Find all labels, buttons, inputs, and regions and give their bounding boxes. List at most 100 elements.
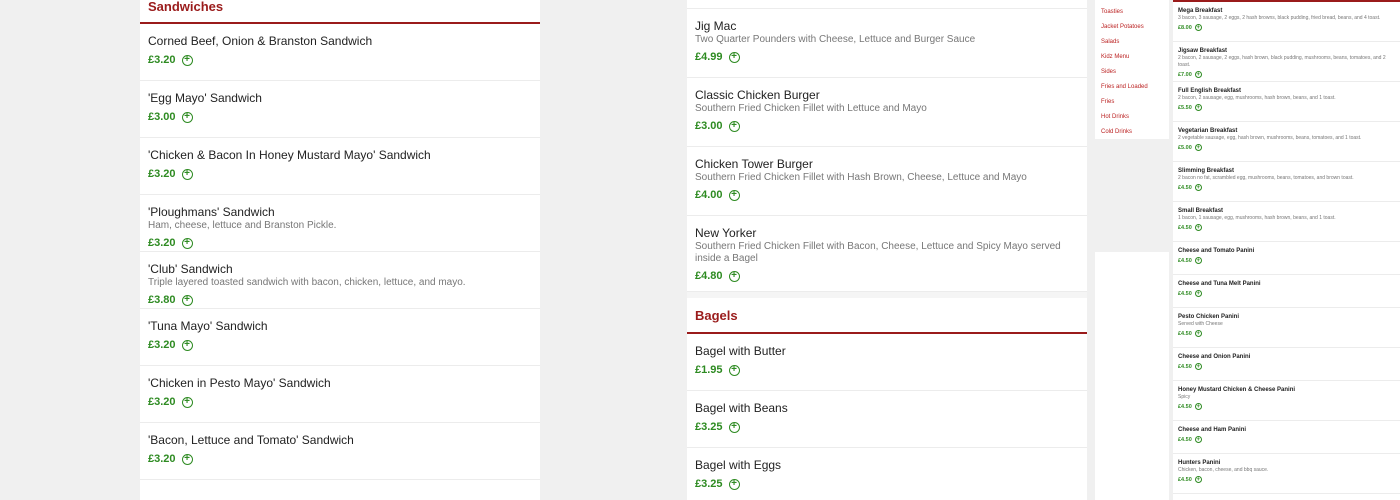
add-to-cart-icon[interactable]: + <box>1194 257 1202 264</box>
item-price: £4.50 <box>1178 436 1192 443</box>
menu-item[interactable]: 'Club' Sandwich Triple layered toasted sa… <box>140 252 540 309</box>
menu-item[interactable]: 'Bacon, Lettuce and Tomato' Sandwich £3.2… <box>140 423 540 480</box>
category-link[interactable]: Toasties <box>1095 5 1169 20</box>
menu-item[interactable]: 'Egg Mayo' Sandwich £3.00 + <box>140 81 540 138</box>
add-to-cart-icon[interactable]: + <box>1194 436 1202 443</box>
nav-lower-bg <box>1095 252 1169 500</box>
item-price: £3.80 <box>148 294 176 306</box>
breakfast-panini-list: Mega Breakfast 3 bacon, 3 sausage, 2 eggs… <box>1173 2 1400 494</box>
add-to-cart-icon[interactable]: + <box>728 364 740 376</box>
menu-item[interactable]: Small Breakfast 1 bacon, 1 sausage, egg, … <box>1173 202 1400 242</box>
add-to-cart-icon[interactable]: + <box>181 168 193 180</box>
price-row: £3.25 + <box>695 421 1079 433</box>
add-to-cart-icon[interactable]: + <box>181 453 193 465</box>
menu-item[interactable]: Chicken Tower Burger Southern Fried Chick… <box>687 147 1087 216</box>
item-description: Southern Fried Chicken Fillet with Lettu… <box>695 103 927 114</box>
category-link[interactable]: Salads <box>1095 35 1169 50</box>
item-description: Spicy <box>1178 394 1191 400</box>
item-name: Cheese and Ham Panini <box>1178 427 1247 433</box>
item-price: £5.00 <box>1178 144 1192 151</box>
add-to-cart-icon[interactable]: + <box>1194 71 1202 78</box>
category-link[interactable]: Cold Drinks <box>1095 125 1169 139</box>
menu-item[interactable]: Cheese and Onion Panini £4.50 + <box>1173 348 1400 381</box>
add-to-cart-icon[interactable]: + <box>728 421 740 433</box>
menu-item[interactable]: Jigsaw Breakfast 2 bacon, 2 sausage, 2 eg… <box>1173 42 1400 82</box>
price-row: £3.20 + <box>148 453 532 465</box>
item-price: £4.50 <box>1178 224 1192 231</box>
add-to-cart-icon[interactable]: + <box>728 120 740 132</box>
item-name: Cheese and Tomato Panini <box>1178 248 1255 254</box>
add-to-cart-icon[interactable]: + <box>1194 403 1202 410</box>
price-row: £3.20 + <box>148 168 532 180</box>
category-link[interactable]: Fries and Loaded <box>1095 80 1169 95</box>
menu-item[interactable]: Vegetarian Breakfast 2 vegetable sausage,… <box>1173 122 1400 162</box>
menu-item[interactable]: Bagel with Eggs £3.25 + <box>687 448 1087 500</box>
menu-item[interactable]: Classic Chicken Burger Southern Fried Chi… <box>687 78 1087 147</box>
menu-item[interactable]: Mega Breakfast 3 bacon, 3 sausage, 2 eggs… <box>1173 2 1400 42</box>
item-price: £4.50 <box>1178 290 1192 297</box>
menu-item[interactable]: 'Chicken & Bacon In Honey Mustard Mayo' … <box>140 138 540 195</box>
add-to-cart-icon[interactable]: + <box>1194 104 1202 111</box>
item-description: Chicken, bacon, cheese, and bbq sauce. <box>1178 467 1269 473</box>
menu-item[interactable]: Bagel with Butter £1.95 + <box>687 334 1087 391</box>
add-to-cart-icon[interactable]: + <box>728 51 740 63</box>
item-name: Vegetarian Breakfast <box>1178 128 1238 134</box>
category-link[interactable]: Jacket Potatoes <box>1095 20 1169 35</box>
menu-item[interactable]: New Yorker Southern Fried Chicken Fillet … <box>687 216 1087 292</box>
menu-item[interactable]: Full English Breakfast 2 bacon, 2 sausage… <box>1173 82 1400 122</box>
sandwiches-panel: Sandwiches Corned Beef, Onion & Branston… <box>140 0 540 500</box>
add-to-cart-icon[interactable]: + <box>181 54 193 66</box>
add-to-cart-icon[interactable]: + <box>1194 476 1202 483</box>
add-to-cart-icon[interactable]: + <box>728 189 740 201</box>
add-to-cart-icon[interactable]: + <box>728 478 740 490</box>
add-to-cart-icon[interactable]: + <box>181 237 193 249</box>
menu-item[interactable]: Honey Mustard Chicken & Cheese Panini Spi… <box>1173 381 1400 421</box>
item-description: Triple layered toasted sandwich with bac… <box>148 277 466 288</box>
add-to-cart-icon[interactable]: + <box>1194 363 1202 370</box>
menu-item[interactable]: Hunters Panini Chicken, bacon, cheese, an… <box>1173 454 1400 494</box>
add-to-cart-icon[interactable]: + <box>181 396 193 408</box>
category-link[interactable]: Hot Drinks <box>1095 110 1169 125</box>
item-name: 'Club' Sandwich <box>148 262 233 276</box>
add-to-cart-icon[interactable]: + <box>1194 224 1202 231</box>
menu-item[interactable]: Cheese and Tomato Panini £4.50 + <box>1173 242 1400 275</box>
menu-item[interactable]: Pesto Chicken Panini Served with Cheese £4… <box>1173 308 1400 348</box>
add-to-cart-icon[interactable]: + <box>1194 290 1202 297</box>
menu-item[interactable]: Cheese and Tuna Melt Panini £4.50 + <box>1173 275 1400 308</box>
item-price: £3.20 <box>148 339 176 351</box>
menu-item[interactable]: 'Ploughmans' Sandwich Ham, cheese, lettuc… <box>140 195 540 252</box>
menu-item[interactable]: Cheese and Ham Panini £4.50 + <box>1173 421 1400 454</box>
item-name: Mega Breakfast <box>1178 8 1223 14</box>
menu-item[interactable]: 'Tuna Mayo' Sandwich £3.20 + <box>140 309 540 366</box>
item-price: £1.95 <box>695 364 723 376</box>
add-to-cart-icon[interactable]: + <box>181 111 193 123</box>
item-price: £3.25 <box>695 478 723 490</box>
item-price: £4.50 <box>1178 257 1192 264</box>
add-to-cart-icon[interactable]: + <box>1194 184 1202 191</box>
add-to-cart-icon[interactable]: + <box>181 294 193 306</box>
category-link[interactable]: Kidz Menu <box>1095 50 1169 65</box>
add-to-cart-icon[interactable]: + <box>181 339 193 351</box>
add-to-cart-icon[interactable]: + <box>1194 330 1202 337</box>
item-price: £5.50 <box>1178 104 1192 111</box>
item-name: 'Bacon, Lettuce and Tomato' Sandwich <box>148 433 354 447</box>
item-description: 3 bacon, 3 sausage, 2 eggs, 2 hash brown… <box>1178 15 1381 21</box>
add-to-cart-icon[interactable]: + <box>1194 144 1202 151</box>
menu-item[interactable]: Jig Mac Two Quarter Pounders with Cheese,… <box>687 9 1087 78</box>
add-to-cart-icon[interactable]: + <box>728 270 740 282</box>
item-description: 2 bacon, 2 sausage, egg, mushrooms, hash… <box>1178 95 1336 101</box>
menu-item[interactable]: 'Chicken in Pesto Mayo' Sandwich £3.20 + <box>140 366 540 423</box>
price-row: £4.50 + <box>1178 290 1395 297</box>
item-name: 'Tuna Mayo' Sandwich <box>148 319 268 333</box>
menu-item[interactable]: Bagel with Beans £3.25 + <box>687 391 1087 448</box>
item-name: Bagel with Butter <box>695 344 786 358</box>
menu-item[interactable]: Slimming Breakfast 2 bacon no fat, scramb… <box>1173 162 1400 202</box>
category-link[interactable]: Fries <box>1095 95 1169 110</box>
price-row: £4.50 + <box>1178 363 1395 370</box>
menu-item[interactable]: Corned Beef, Onion & Branston Sandwich £3… <box>140 24 540 81</box>
item-price: £3.20 <box>148 168 176 180</box>
category-link[interactable]: Sides <box>1095 65 1169 80</box>
item-name: Pesto Chicken Panini <box>1178 314 1240 320</box>
item-price: £4.50 <box>1178 476 1192 483</box>
add-to-cart-icon[interactable]: + <box>1194 24 1202 31</box>
